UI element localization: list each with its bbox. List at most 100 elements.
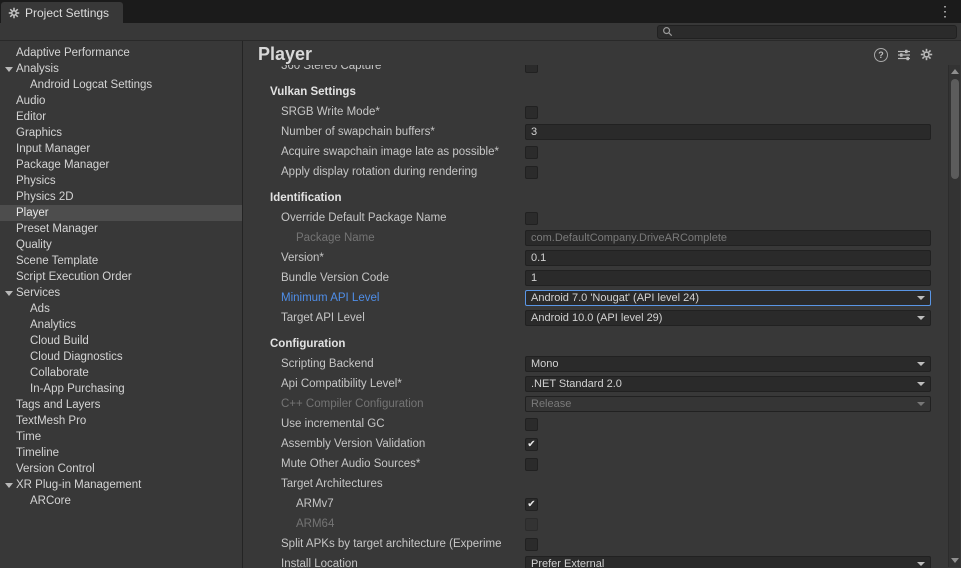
content-area: Adaptive Performance AnalysisAndroid Logc… [0,41,961,568]
sidebar-item-label: ARCore [30,495,71,507]
sidebar-item-physics-2d[interactable]: Physics 2D [0,189,242,205]
sidebar-item-version-control[interactable]: Version Control [0,461,242,477]
dropdown-value: .NET Standard 2.0 [531,378,913,390]
checkbox-assembly-version-validation[interactable]: ✔ [525,438,538,451]
settings-row-minimum-api-level: Minimum API LevelAndroid 7.0 'Nougat' (A… [243,288,961,308]
sidebar-item-script-execution-order[interactable]: Script Execution Order [0,269,242,285]
section-header-vulkan-settings: Vulkan Settings [270,86,356,98]
field-label-assembly-version-validation: Assembly Version Validation [281,438,525,450]
settings-row-api-compatibility-level: Api Compatibility Level*.NET Standard 2.… [243,374,961,394]
checkbox-mute-other-audio-sources[interactable] [525,458,538,471]
sidebar-item-time[interactable]: Time [0,429,242,445]
textfield-bundle-version-code[interactable]: 1 [525,270,931,286]
sidebar-item-label: Adaptive Performance [16,47,130,59]
sidebar-item-collaborate[interactable]: Collaborate [0,365,242,381]
dropdown-minimum-api-level[interactable]: Android 7.0 'Nougat' (API level 24) [525,290,931,306]
sidebar-item-android-logcat-settings[interactable]: Android Logcat Settings [0,77,242,93]
dropdown-api-compatibility-level[interactable]: .NET Standard 2.0 [525,376,931,392]
sidebar-item-label: Script Execution Order [16,271,132,283]
sidebar-item-cloud-build[interactable]: Cloud Build [0,333,242,349]
sidebar-item-label: Cloud Build [30,335,89,347]
checkbox-srgb-write-mode[interactable] [525,106,538,119]
sidebar-item-xr-plug-in-management[interactable]: XR Plug-in Management [0,477,242,493]
field-label-split-apks-by-target-architecture-experime: Split APKs by target architecture (Exper… [281,538,525,550]
tab-label: Project Settings [25,6,109,20]
settings-row-scripting-backend: Scripting BackendMono [243,354,961,374]
sidebar-item-audio[interactable]: Audio [0,93,242,109]
settings-row-package-name: Package Namecom.DefaultCompany.DriveARCo… [243,228,961,248]
sidebar-item-timeline[interactable]: Timeline [0,445,242,461]
dropdown-arrow-icon [917,402,925,406]
search-input[interactable] [677,26,952,38]
vertical-scrollbar[interactable] [948,65,960,567]
field-label-acquire-swapchain-image-late-as-possible: Acquire swapchain image late as possible… [281,146,525,158]
checkbox-split-apks-by-target-architecture-experime[interactable] [525,538,538,551]
sidebar-item-scene-template[interactable]: Scene Template [0,253,242,269]
sidebar-item-label: TextMesh Pro [16,415,86,427]
sidebar-item-label: Preset Manager [16,223,98,235]
settings-row-arm64: ARM64 [243,514,961,534]
checkbox-override-default-package-name[interactable] [525,212,538,225]
checkbox-360-stereo-capture[interactable] [525,65,538,73]
checkbox-acquire-swapchain-image-late-as-possible[interactable] [525,146,538,159]
presets-icon[interactable] [897,49,911,61]
sidebar-item-in-app-purchasing[interactable]: In-App Purchasing [0,381,242,397]
field-label-360-stereo-capture: 360 Stereo Capture [281,65,525,72]
scroll-down-arrow-icon[interactable] [951,558,959,563]
sidebar-item-editor[interactable]: Editor [0,109,242,125]
settings-gear-icon[interactable] [920,48,933,61]
textfield-version[interactable]: 0.1 [525,250,931,266]
kebab-menu-icon[interactable]: ⋮ [935,2,955,20]
sidebar-item-analytics[interactable]: Analytics [0,317,242,333]
dropdown-install-location[interactable]: Prefer External [525,556,931,568]
dropdown-value: Release [531,398,913,410]
settings-row-mute-other-audio-sources: Mute Other Audio Sources* [243,454,961,474]
sidebar-item-cloud-diagnostics[interactable]: Cloud Diagnostics [0,349,242,365]
sidebar-item-quality[interactable]: Quality [0,237,242,253]
search-box[interactable] [657,25,957,39]
sidebar-item-ads[interactable]: Ads [0,301,242,317]
sidebar-item-tags-and-layers[interactable]: Tags and Layers [0,397,242,413]
dropdown-c-compiler-configuration: Release [525,396,931,412]
help-icon[interactable]: ? [874,48,888,62]
tab-project-settings[interactable]: Project Settings [1,2,123,23]
sidebar-item-preset-manager[interactable]: Preset Manager [0,221,242,237]
sidebar-item-input-manager[interactable]: Input Manager [0,141,242,157]
checkbox-use-incremental-gc[interactable] [525,418,538,431]
main-header: Player ? [243,41,961,65]
sidebar-item-analysis[interactable]: Analysis [0,61,242,77]
sidebar-item-package-manager[interactable]: Package Manager [0,157,242,173]
sidebar-item-player[interactable]: Player [0,205,242,221]
settings-row-apply-display-rotation-during-rendering: Apply display rotation during rendering [243,162,961,182]
checkbox-arm64 [525,518,538,531]
dropdown-target-api-level[interactable]: Android 10.0 (API level 29) [525,310,931,326]
sidebar-item-label: Physics 2D [16,191,74,203]
field-label-armv7: ARMv7 [296,498,525,510]
project-settings-window: Project Settings ⋮ Adaptive PerformanceA… [0,0,961,568]
sidebar-item-label: Collaborate [30,367,89,379]
section-header-configuration: Configuration [270,338,345,350]
settings-row-use-incremental-gc: Use incremental GC [243,414,961,434]
sidebar-item-physics[interactable]: Physics [0,173,242,189]
checkbox-armv7[interactable]: ✔ [525,498,538,511]
field-label-version: Version* [281,252,525,264]
foldout-expanded-icon[interactable] [5,483,13,488]
dropdown-arrow-icon [917,316,925,320]
checkbox-apply-display-rotation-during-rendering[interactable] [525,166,538,179]
sidebar-item-graphics[interactable]: Graphics [0,125,242,141]
settings-row-split-apks-by-target-architecture-experime: Split APKs by target architecture (Exper… [243,534,961,554]
sidebar-item-adaptive-performance[interactable]: Adaptive Performance [0,45,242,61]
section-header-identification: Identification [270,192,342,204]
sidebar-item-services[interactable]: Services [0,285,242,301]
sidebar-item-textmesh-pro[interactable]: TextMesh Pro [0,413,242,429]
foldout-expanded-icon[interactable] [5,67,13,72]
field-label-apply-display-rotation-during-rendering: Apply display rotation during rendering [281,166,525,178]
scrollbar-thumb[interactable] [951,79,959,179]
dropdown-scripting-backend[interactable]: Mono [525,356,931,372]
sidebar-item-label: Input Manager [16,143,90,155]
textfield-number-of-swapchain-buffers[interactable]: 3 [525,124,931,140]
main-panel: Player ? [243,41,961,568]
sidebar-item-arcore[interactable]: ARCore [0,493,242,509]
scroll-up-arrow-icon[interactable] [951,69,959,74]
foldout-expanded-icon[interactable] [5,291,13,296]
